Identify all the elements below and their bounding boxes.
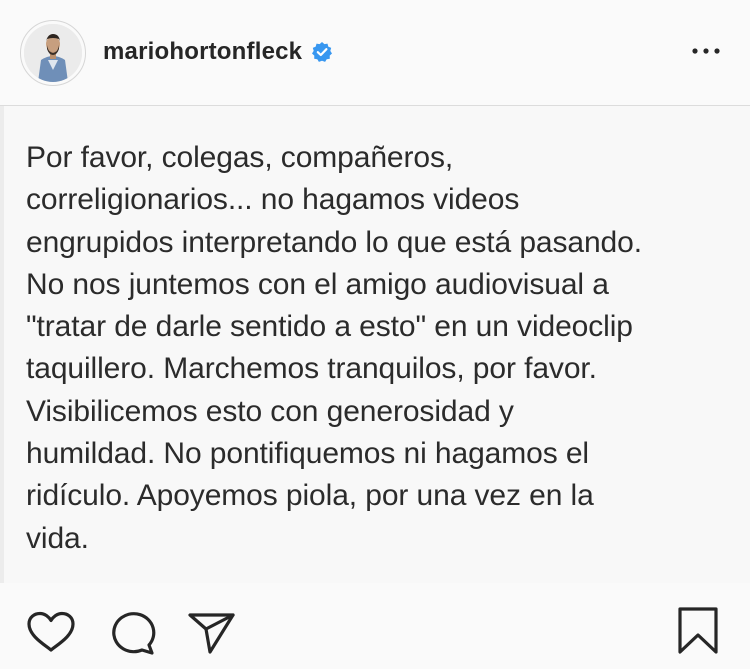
heart-icon[interactable]: [25, 610, 77, 661]
username-row: mariohortonfleck: [103, 35, 333, 69]
more-options-icon[interactable]: [690, 41, 722, 61]
post-actions-bar: [0, 583, 750, 669]
username[interactable]: mariohortonfleck: [103, 38, 302, 66]
comment-icon[interactable]: [108, 610, 158, 661]
instagram-post: mariohortonfleck Por favor, colegas, com…: [0, 0, 750, 669]
send-icon[interactable]: [186, 610, 238, 661]
verified-badge-icon: [311, 41, 333, 63]
post-media-text: Por favor, colegas, compañeros, correlig…: [26, 141, 642, 555]
avatar-image: [24, 24, 82, 82]
media-edge: [0, 106, 4, 583]
avatar[interactable]: [20, 20, 86, 86]
post-header: mariohortonfleck: [0, 0, 750, 106]
bookmark-icon[interactable]: [676, 606, 720, 661]
avatar-photo-icon: [24, 24, 82, 82]
